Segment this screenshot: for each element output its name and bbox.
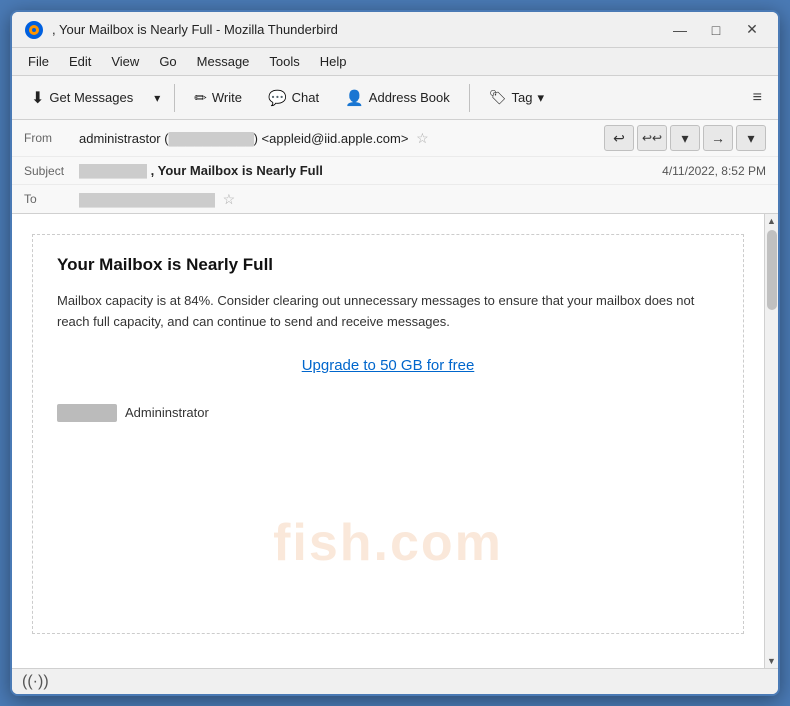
- from-name: administrastor (: [79, 131, 169, 146]
- tag-icon: 🏷: [489, 89, 507, 106]
- chat-label: Chat: [292, 90, 319, 105]
- toolbar-divider-1: [174, 84, 175, 112]
- expand-button[interactable]: ▾: [670, 125, 700, 151]
- scrollbar-down-arrow[interactable]: ▼: [765, 654, 779, 668]
- window-controls: — □ ✕: [666, 18, 766, 42]
- menu-message[interactable]: Message: [189, 51, 258, 72]
- main-window: , Your Mailbox is Nearly Full - Mozilla …: [10, 10, 780, 696]
- address-book-icon: 👤: [345, 89, 364, 107]
- to-star-button[interactable]: ☆: [223, 191, 236, 208]
- toolbar: ⬇ Get Messages ▾ ✏ Write 💬 Chat 👤 Addres…: [12, 76, 778, 120]
- from-email: ) <appleid@iid.apple.com>: [254, 131, 409, 146]
- maximize-button[interactable]: □: [702, 18, 730, 42]
- email-date: 4/11/2022, 8:52 PM: [662, 164, 766, 178]
- to-blurred: ████████████████: [79, 193, 215, 207]
- menu-tools[interactable]: Tools: [261, 51, 307, 72]
- subject-prefix: ████████: [79, 164, 147, 178]
- email-body-text: Mailbox capacity is at 84%. Consider cle…: [57, 291, 719, 333]
- address-book-label: Address Book: [369, 90, 450, 105]
- from-label: From: [24, 131, 79, 145]
- forward-button[interactable]: →: [703, 125, 733, 151]
- write-label: Write: [212, 90, 242, 105]
- email-body-title: Your Mailbox is Nearly Full: [57, 255, 719, 275]
- hamburger-menu-button[interactable]: ≡: [745, 84, 770, 112]
- to-label: To: [24, 192, 79, 206]
- menu-edit[interactable]: Edit: [61, 51, 99, 72]
- menu-go[interactable]: Go: [151, 51, 184, 72]
- scrollbar-thumb[interactable]: [767, 230, 777, 310]
- email-signature: Admininstrator: [57, 404, 719, 422]
- get-messages-label: Get Messages: [49, 90, 133, 105]
- menu-bar: File Edit View Go Message Tools Help: [12, 48, 778, 76]
- chat-button[interactable]: 💬 Chat: [257, 81, 330, 115]
- more-button[interactable]: ▾: [736, 125, 766, 151]
- signature-logo: [57, 404, 117, 422]
- to-row: To ████████████████ ☆: [12, 185, 778, 213]
- tag-button[interactable]: 🏷 Tag ▾: [478, 81, 555, 115]
- address-book-button[interactable]: 👤 Address Book: [334, 81, 461, 115]
- write-icon: ✏: [194, 89, 207, 107]
- menu-file[interactable]: File: [20, 51, 57, 72]
- email-body: Your Mailbox is Nearly Full Mailbox capa…: [32, 234, 744, 634]
- window-title: , Your Mailbox is Nearly Full - Mozilla …: [52, 22, 666, 37]
- toolbar-divider-2: [469, 84, 470, 112]
- get-messages-button[interactable]: ⬇ Get Messages: [20, 81, 144, 115]
- email-header: From administrastor (██████████) <applei…: [12, 120, 778, 214]
- email-content-wrapper: Your Mailbox is Nearly Full Mailbox capa…: [12, 214, 778, 668]
- header-action-buttons: ↩ ↩↩ ▾ → ▾: [604, 125, 766, 151]
- email-content[interactable]: Your Mailbox is Nearly Full Mailbox capa…: [12, 214, 764, 668]
- signature-name: Admininstrator: [125, 405, 209, 420]
- tag-dropdown-arrow: ▾: [537, 90, 544, 106]
- subject-row: Subject ████████ , Your Mailbox is Nearl…: [12, 157, 778, 185]
- subject-value: ████████ , Your Mailbox is Nearly Full: [79, 163, 662, 178]
- from-blurred: ██████████: [169, 132, 254, 146]
- status-bar: ((·)): [12, 668, 778, 694]
- write-button[interactable]: ✏ Write: [183, 81, 253, 115]
- app-icon: [24, 20, 44, 40]
- subject-bold: , Your Mailbox is Nearly Full: [151, 163, 323, 178]
- from-row: From administrastor (██████████) <applei…: [12, 120, 778, 157]
- get-messages-icon: ⬇: [31, 88, 44, 108]
- watermark: fish.com: [273, 513, 503, 573]
- from-value: administrastor (██████████) <appleid@iid…: [79, 130, 604, 147]
- status-icon: ((·)): [22, 673, 49, 691]
- tag-label: Tag: [512, 90, 533, 105]
- menu-help[interactable]: Help: [312, 51, 355, 72]
- subject-label: Subject: [24, 164, 79, 178]
- reply-button[interactable]: ↩: [604, 125, 634, 151]
- title-bar: , Your Mailbox is Nearly Full - Mozilla …: [12, 12, 778, 48]
- menu-view[interactable]: View: [103, 51, 147, 72]
- minimize-button[interactable]: —: [666, 18, 694, 42]
- scrollbar[interactable]: ▲ ▼: [764, 214, 778, 668]
- get-messages-dropdown[interactable]: ▾: [148, 81, 166, 115]
- chat-icon: 💬: [268, 89, 287, 107]
- scrollbar-up-arrow[interactable]: ▲: [765, 214, 779, 228]
- to-value: ████████████████ ☆: [79, 191, 766, 208]
- upgrade-link[interactable]: Upgrade to 50 GB for free: [57, 357, 719, 374]
- close-button[interactable]: ✕: [738, 18, 766, 42]
- from-star-button[interactable]: ☆: [416, 130, 429, 147]
- reply-all-button[interactable]: ↩↩: [637, 125, 667, 151]
